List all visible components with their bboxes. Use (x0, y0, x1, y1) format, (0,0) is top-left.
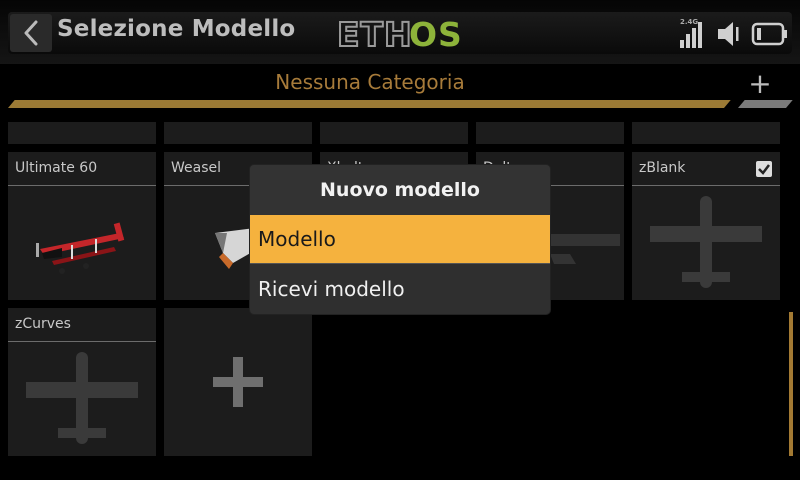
plus-icon (213, 357, 263, 407)
model-name: Weasel (171, 160, 222, 176)
new-model-dialog: Nuovo modello Modello Ricevi modello (250, 165, 550, 314)
tile-partial[interactable] (632, 122, 780, 144)
add-category-underline (738, 100, 793, 108)
page-title: Selezione Modello (57, 16, 296, 42)
logo-os: OS (409, 15, 463, 54)
option-modello[interactable]: Modello (250, 215, 550, 263)
model-name: zCurves (15, 316, 71, 332)
category-bar: Nessuna Categoria + (0, 64, 800, 114)
airplane-silhouette-image (8, 348, 156, 452)
checkmark-icon (758, 164, 770, 175)
tile-partial[interactable] (8, 122, 156, 144)
model-name: zBlank (639, 160, 686, 176)
speaker-icon[interactable] (716, 20, 742, 48)
model-tile-ultimate-60[interactable]: Ultimate 60 (8, 152, 156, 300)
biplane-image (8, 192, 156, 296)
model-name: Ultimate 60 (15, 160, 98, 176)
logo-eth: ETH (337, 15, 413, 54)
dialog-title: Nuovo modello (250, 165, 550, 215)
category-tab[interactable]: Nessuna Categoria (0, 70, 740, 94)
signal-icon: 2.4G (680, 18, 708, 48)
model-tile-zcurves[interactable]: zCurves (8, 308, 156, 456)
ethos-logo: ETH OS (336, 14, 463, 55)
battery-icon (751, 22, 787, 46)
add-model-tile[interactable] (164, 308, 312, 456)
airplane-silhouette-image (632, 192, 780, 296)
back-arrow-icon (24, 20, 38, 46)
tile-partial[interactable] (476, 122, 624, 144)
tile-partial[interactable] (164, 122, 312, 144)
add-category-button[interactable]: + (744, 70, 776, 98)
option-ricevi-modello[interactable]: Ricevi modello (250, 265, 550, 313)
back-button[interactable] (10, 14, 52, 52)
status-area: 2.4G (680, 16, 790, 48)
selected-checkbox[interactable] (756, 161, 772, 177)
scrollbar[interactable] (789, 312, 793, 456)
tile-partial[interactable] (320, 122, 468, 144)
header: Selezione Modello ETH OS 2.4G (0, 0, 800, 64)
band-label: 2.4G (680, 18, 699, 26)
category-underline (8, 100, 731, 108)
model-tile-zblank[interactable]: zBlank (632, 152, 780, 300)
